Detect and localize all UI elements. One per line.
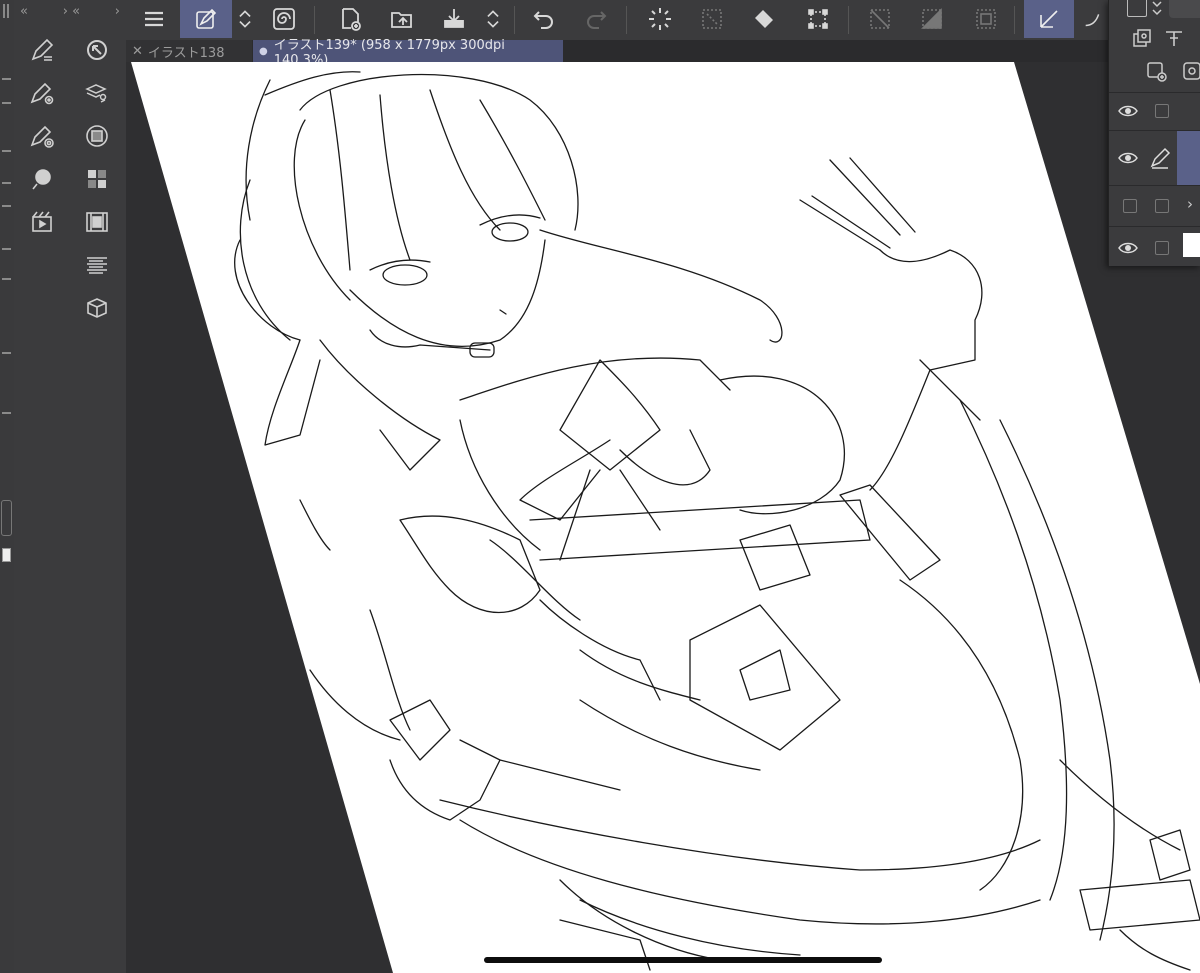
layer-thumbnail-toggle[interactable] — [1127, 0, 1147, 17]
home-indicator[interactable] — [484, 957, 882, 963]
palette-right-column — [77, 30, 117, 331]
pen-icon — [1150, 147, 1171, 169]
layer-toolbar — [1109, 0, 1200, 93]
layer-row-paper[interactable] — [1109, 227, 1200, 265]
document-tab-bar: ✕ イラスト138 ● イラスト139* (958 x 1779px 300dp… — [126, 38, 1200, 68]
circle-material-icon[interactable] — [77, 116, 117, 156]
pen-settings-icon[interactable] — [22, 30, 62, 70]
merge-down-icon[interactable] — [1163, 28, 1185, 50]
layer-visibility-checkbox[interactable] — [1123, 199, 1137, 213]
lightbulb-icon[interactable] — [22, 159, 62, 199]
layer-lock-checkbox[interactable] — [1155, 199, 1169, 213]
strip-icon[interactable] — [2, 78, 11, 80]
strip-icon[interactable] — [2, 278, 11, 280]
drawing-canvas[interactable] — [126, 62, 1200, 973]
left-edge-strip[interactable] — [0, 0, 15, 973]
eye-icon[interactable] — [1117, 100, 1139, 122]
strip-icon[interactable] — [2, 102, 11, 104]
tab-label: イラスト138 — [147, 45, 225, 61]
save-icon[interactable] — [436, 0, 472, 38]
new-layer-icon[interactable] — [1145, 60, 1167, 82]
strip-icon[interactable] — [2, 412, 11, 414]
strip-icon[interactable] — [2, 352, 11, 354]
chevron-down-icon[interactable] — [1151, 0, 1163, 16]
toolbar-divider — [1014, 6, 1015, 34]
strip-icon[interactable] — [2, 150, 11, 152]
color-swatch-sub[interactable] — [2, 548, 11, 562]
collapse-left-button[interactable]: « — [20, 4, 28, 19]
canvas-paper — [131, 62, 1200, 973]
redo-icon[interactable] — [578, 0, 614, 38]
clapperboard-icon[interactable] — [22, 202, 62, 242]
undo-icon[interactable] — [526, 0, 562, 38]
color-swatch-main[interactable] — [1, 500, 12, 536]
layer-folder-row[interactable]: › — [1109, 186, 1200, 227]
unsaved-dot-icon: ● — [259, 45, 268, 57]
loading-spinner-icon[interactable] — [642, 0, 678, 38]
strip-grip — [3, 4, 5, 18]
timeline-icon[interactable] — [77, 202, 117, 242]
pen-gear-icon[interactable] — [22, 73, 62, 113]
toolbar-divider — [848, 6, 849, 34]
eye-icon[interactable] — [1117, 237, 1139, 259]
copy-layer-icon[interactable] — [1131, 28, 1153, 50]
layer-row-active[interactable] — [1109, 131, 1200, 186]
layer-palette: › — [1108, 0, 1200, 266]
tab-illust-139[interactable]: ● イラスト139* (958 x 1779px 300dpi 140.3%) — [253, 38, 563, 68]
layer-option-button[interactable] — [1169, 0, 1200, 18]
menu-icon[interactable] — [136, 0, 172, 38]
palette-left-column — [22, 30, 62, 245]
navigator-icon[interactable] — [77, 30, 117, 70]
canvas-area[interactable] — [126, 62, 1200, 973]
layer-property-icon[interactable] — [77, 73, 117, 113]
new-raster-icon[interactable] — [1181, 60, 1200, 82]
toolbar-divider — [314, 6, 315, 34]
strip-grip — [7, 4, 9, 18]
palette-header: « › « › — [14, 0, 126, 22]
invert-selection-icon[interactable] — [914, 0, 950, 38]
fill-bucket-icon[interactable] — [746, 0, 782, 38]
layer-lock-checkbox[interactable] — [1155, 241, 1169, 255]
up-down-arrows-icon[interactable] — [234, 0, 256, 38]
tab-illust-138[interactable]: ✕ イラスト138 — [126, 40, 252, 62]
new-file-icon[interactable] — [332, 0, 368, 38]
color-set-icon[interactable] — [77, 159, 117, 199]
paper-thumbnail — [1183, 233, 1200, 257]
command-bar-palette: « › « › — [14, 0, 127, 973]
close-icon[interactable]: ✕ — [132, 44, 143, 59]
hide-selection-icon[interactable] — [862, 0, 898, 38]
transform-icon[interactable] — [800, 0, 836, 38]
layer-list-icon[interactable] — [77, 245, 117, 285]
pen-target-icon[interactable] — [22, 116, 62, 156]
strip-icon[interactable] — [2, 248, 11, 250]
collapse-right-button[interactable]: › « — [63, 4, 80, 19]
toolbar-divider — [626, 6, 627, 34]
layer-lock-checkbox[interactable] — [1155, 104, 1169, 118]
selection-clear-icon[interactable] — [694, 0, 730, 38]
layer-row[interactable] — [1109, 92, 1200, 131]
expand-button[interactable]: › — [115, 4, 120, 19]
pen-settings-icon[interactable] — [180, 0, 232, 38]
strip-icon[interactable] — [2, 205, 11, 207]
snap-ruler-icon[interactable] — [1024, 0, 1074, 38]
spiral-icon[interactable] — [266, 0, 302, 38]
layer-thumbnail — [1177, 131, 1200, 185]
strip-icon[interactable] — [2, 182, 11, 184]
toolbar-divider — [514, 6, 515, 34]
chevron-right-icon[interactable]: › — [1187, 195, 1193, 213]
eye-icon[interactable] — [1117, 147, 1139, 169]
up-down-arrows-icon[interactable] — [482, 0, 504, 38]
open-folder-icon[interactable] — [384, 0, 420, 38]
selection-border-icon[interactable] — [968, 0, 1004, 38]
box-3d-icon[interactable] — [77, 288, 117, 328]
curve-ruler-icon[interactable] — [1082, 0, 1106, 38]
